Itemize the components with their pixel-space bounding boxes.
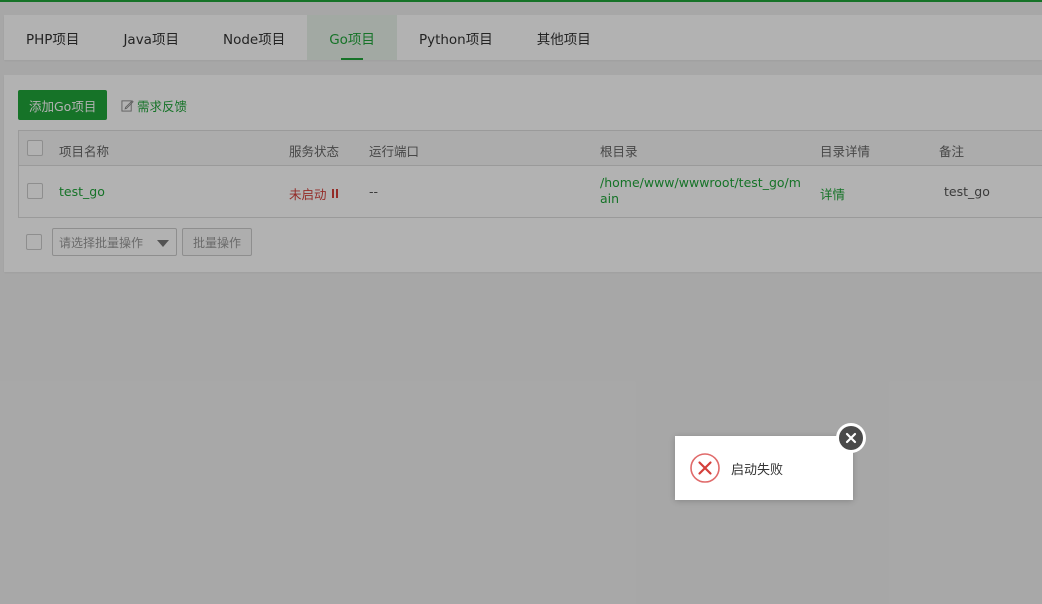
close-icon: [839, 426, 863, 450]
toast-close-button[interactable]: [836, 423, 866, 453]
error-x-icon: [690, 453, 720, 483]
error-toast: 启动失败: [675, 436, 853, 500]
modal-overlay[interactable]: [0, 0, 1042, 604]
toast-message: 启动失败: [731, 462, 784, 478]
